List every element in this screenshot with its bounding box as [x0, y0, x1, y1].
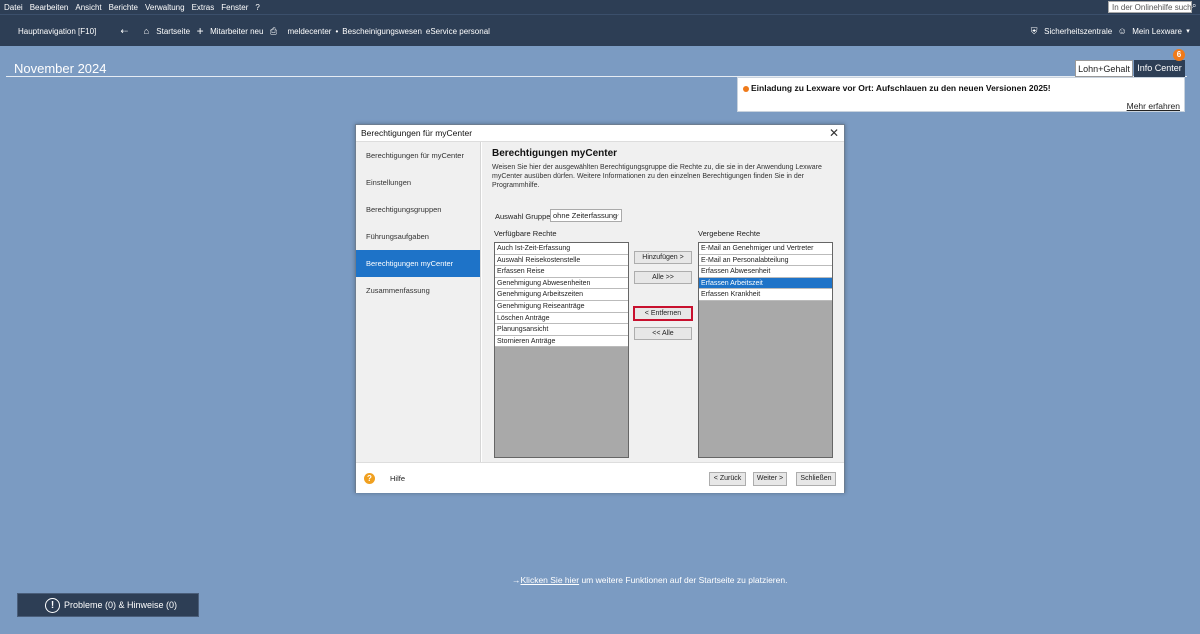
back-button[interactable]: < Zurück: [709, 472, 746, 486]
list-item[interactable]: Genehmigung Reiseanträge: [495, 301, 628, 313]
close-button[interactable]: Schließen: [796, 472, 836, 486]
mein-lexware-link[interactable]: Mein Lexware: [1132, 27, 1182, 36]
menu-fenster[interactable]: Fenster: [221, 3, 248, 12]
next-button[interactable]: Weiter >: [753, 472, 787, 486]
sicherheitszentrale-link[interactable]: Sicherheitszentrale: [1044, 27, 1112, 36]
help-label[interactable]: Hilfe: [390, 474, 405, 483]
back-arrow-icon[interactable]: ⇠: [118, 26, 130, 37]
sidebar-item-berechtigungsgruppen[interactable]: Berechtigungsgruppen: [356, 196, 480, 223]
list-item[interactable]: E-Mail an Personalabteilung: [699, 254, 832, 267]
problems-button[interactable]: ! Probleme (0) & Hinweise (0): [17, 593, 199, 617]
separator-dot: •: [335, 26, 339, 36]
menu-bar: Datei Bearbeiten Ansicht Berichte Verwal…: [0, 0, 1200, 14]
user-icon: ☺: [1117, 26, 1127, 36]
sidebar-item-einstellungen[interactable]: Einstellungen: [356, 169, 480, 196]
wizard-sidebar: Berechtigungen für myCenter Einstellunge…: [356, 142, 481, 462]
menu-help[interactable]: ?: [255, 3, 259, 12]
sidebar-item-berechtigungen-fuer-mycenter[interactable]: Berechtigungen für myCenter: [356, 142, 480, 169]
add-all-button[interactable]: Alle >>: [634, 271, 692, 284]
given-rights-list[interactable]: E-Mail an Genehmiger und Vertreter E-Mai…: [698, 242, 833, 458]
sidebar-item-berechtigungen-mycenter[interactable]: Berechtigungen myCenter: [356, 250, 480, 277]
menu-ansicht[interactable]: Ansicht: [75, 3, 101, 12]
menu-verwaltung[interactable]: Verwaltung: [145, 3, 185, 12]
start-page-hint-text: um weitere Funktionen auf der Startseite…: [579, 575, 788, 585]
nav-bar: Hauptnavigation [F10] ⇠ ⌂ Startseite + M…: [0, 14, 1200, 46]
berechtigungen-dialog: Berechtigungen für myCenter ✕ Berechtigu…: [355, 124, 845, 493]
shield-icon: ⛨: [1030, 25, 1038, 36]
notice-text: Einladung zu Lexware vor Ort: Aufschlaue…: [751, 83, 1051, 93]
notification-badge: 6: [1173, 49, 1185, 61]
list-item[interactable]: Löschen Anträge: [495, 312, 628, 325]
list-item[interactable]: Auch Ist-Zeit-Erfassung: [495, 243, 628, 255]
available-rights-label: Verfügbare Rechte: [494, 229, 557, 238]
menu-berichte[interactable]: Berichte: [109, 3, 138, 12]
given-rights-label: Vergebene Rechte: [698, 229, 761, 238]
arrow-right-icon: →: [512, 575, 521, 585]
list-item[interactable]: Auswahl Reisekostenstelle: [495, 254, 628, 267]
start-page-hint: →Klicken Sie hier um weitere Funktionen …: [512, 575, 787, 585]
group-select[interactable]: ohne Zeiterfassung ⌵: [550, 209, 622, 222]
remove-button[interactable]: < Entfernen: [634, 307, 692, 320]
menu-bearbeiten[interactable]: Bearbeiten: [30, 3, 69, 12]
hauptnavigation-button[interactable]: Hauptnavigation [F10]: [18, 27, 96, 36]
startseite-link[interactable]: Startseite: [156, 27, 190, 36]
menu-extras[interactable]: Extras: [192, 3, 215, 12]
list-item[interactable]: E-Mail an Genehmiger und Vertreter: [699, 243, 832, 255]
list-item[interactable]: Genehmigung Arbeitszeiten: [495, 289, 628, 301]
group-label: Auswahl Gruppe:: [495, 212, 553, 221]
list-item[interactable]: Erfassen Reise: [495, 266, 628, 278]
list-item[interactable]: Planungsansicht: [495, 324, 628, 336]
add-button[interactable]: Hinzufügen >: [634, 251, 692, 264]
list-item[interactable]: Erfassen Abwesenheit: [699, 266, 832, 278]
group-select-value: ohne Zeiterfassung: [553, 211, 618, 220]
section-heading: Berechtigungen myCenter: [492, 148, 618, 159]
list-item[interactable]: Genehmigung Abwesenheiten: [495, 277, 628, 290]
close-icon[interactable]: ✕: [829, 126, 839, 140]
dialog-titlebar: Berechtigungen für myCenter ✕: [356, 125, 844, 142]
page-title: November 2024: [14, 61, 107, 76]
home-icon[interactable]: ⌂: [140, 26, 152, 36]
dialog-footer: ? Hilfe < Zurück Weiter > Schließen: [356, 462, 844, 493]
help-icon[interactable]: ?: [364, 473, 375, 484]
problems-label: Probleme (0) & Hinweise (0): [64, 600, 178, 610]
mehr-erfahren-link[interactable]: Mehr erfahren: [1127, 101, 1180, 111]
help-search-input[interactable]: In der Onlinehilfe suchen: [1108, 1, 1192, 13]
sidebar-item-fuehrungsaufgaben[interactable]: Führungsaufgaben: [356, 223, 480, 250]
tab-info-center[interactable]: Info Center: [1134, 60, 1185, 77]
meldecenter-link[interactable]: meldecenter: [287, 27, 331, 36]
menu-datei[interactable]: Datei: [4, 3, 23, 12]
remove-all-button[interactable]: << Alle: [634, 327, 692, 340]
header-bar: November 2024 Lohn+Gehalt Info Center: [6, 60, 1187, 77]
document-icon[interactable]: ⎙: [267, 26, 279, 37]
warning-icon: !: [45, 598, 60, 613]
list-item[interactable]: Stornieren Anträge: [495, 335, 628, 348]
eservice-link[interactable]: eService personal: [426, 27, 490, 36]
plus-icon[interactable]: +: [194, 24, 206, 38]
available-rights-list[interactable]: Auch Ist-Zeit-Erfassung Auswahl Reisekos…: [494, 242, 629, 458]
list-item-selected[interactable]: Erfassen Arbeitszeit: [699, 277, 832, 290]
click-here-link[interactable]: Klicken Sie hier: [521, 575, 580, 585]
chevron-down-icon[interactable]: ▾: [1182, 27, 1194, 35]
bescheinigungswesen-link[interactable]: Bescheinigungswesen: [342, 27, 422, 36]
search-icon[interactable]: ⌕: [1192, 1, 1199, 13]
chevron-down-icon: ⌵: [613, 212, 619, 219]
wizard-content: Berechtigungen myCenter Weisen Sie hier …: [482, 142, 844, 462]
sidebar-item-zusammenfassung[interactable]: Zusammenfassung: [356, 277, 480, 304]
tab-lohn-gehalt[interactable]: Lohn+Gehalt: [1075, 60, 1133, 77]
mitarbeiter-neu-link[interactable]: Mitarbeiter neu: [210, 27, 263, 36]
bullet-icon: [743, 86, 749, 92]
dialog-title: Berechtigungen für myCenter: [361, 128, 473, 138]
section-description: Weisen Sie hier der ausgewählten Berecht…: [492, 164, 822, 189]
list-item[interactable]: Erfassen Krankheit: [699, 289, 832, 301]
info-notice: Einladung zu Lexware vor Ort: Aufschlaue…: [737, 77, 1185, 112]
